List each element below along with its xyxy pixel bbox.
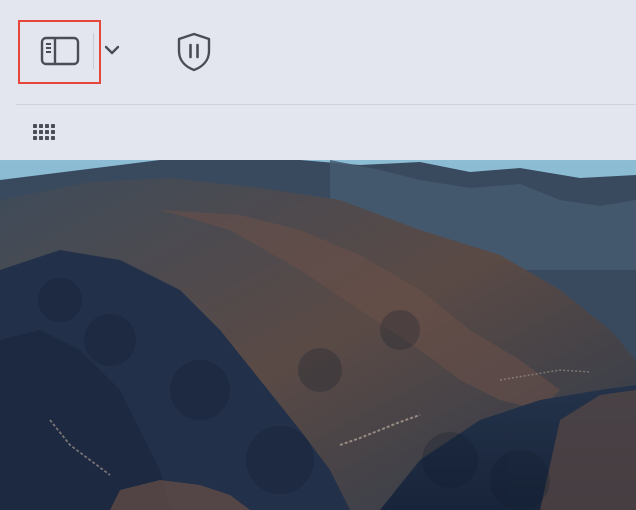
background-photo [0, 160, 636, 510]
chevron-down-icon [104, 45, 120, 55]
sidebar-icon [40, 36, 80, 66]
toolbar-divider [16, 104, 636, 105]
toolbar-separator [93, 33, 94, 69]
tab-group-menu-button[interactable] [101, 38, 123, 62]
shield-pause-icon [177, 32, 211, 72]
privacy-report-button[interactable] [170, 30, 218, 74]
browser-window [0, 0, 636, 510]
sidebar-toggle-button[interactable] [36, 30, 84, 72]
mountain-landscape-image [0, 160, 636, 510]
start-page-button[interactable] [28, 117, 62, 147]
toolbar [0, 0, 636, 160]
grid-icon [33, 124, 55, 140]
toolbar-top-row [0, 0, 636, 104]
